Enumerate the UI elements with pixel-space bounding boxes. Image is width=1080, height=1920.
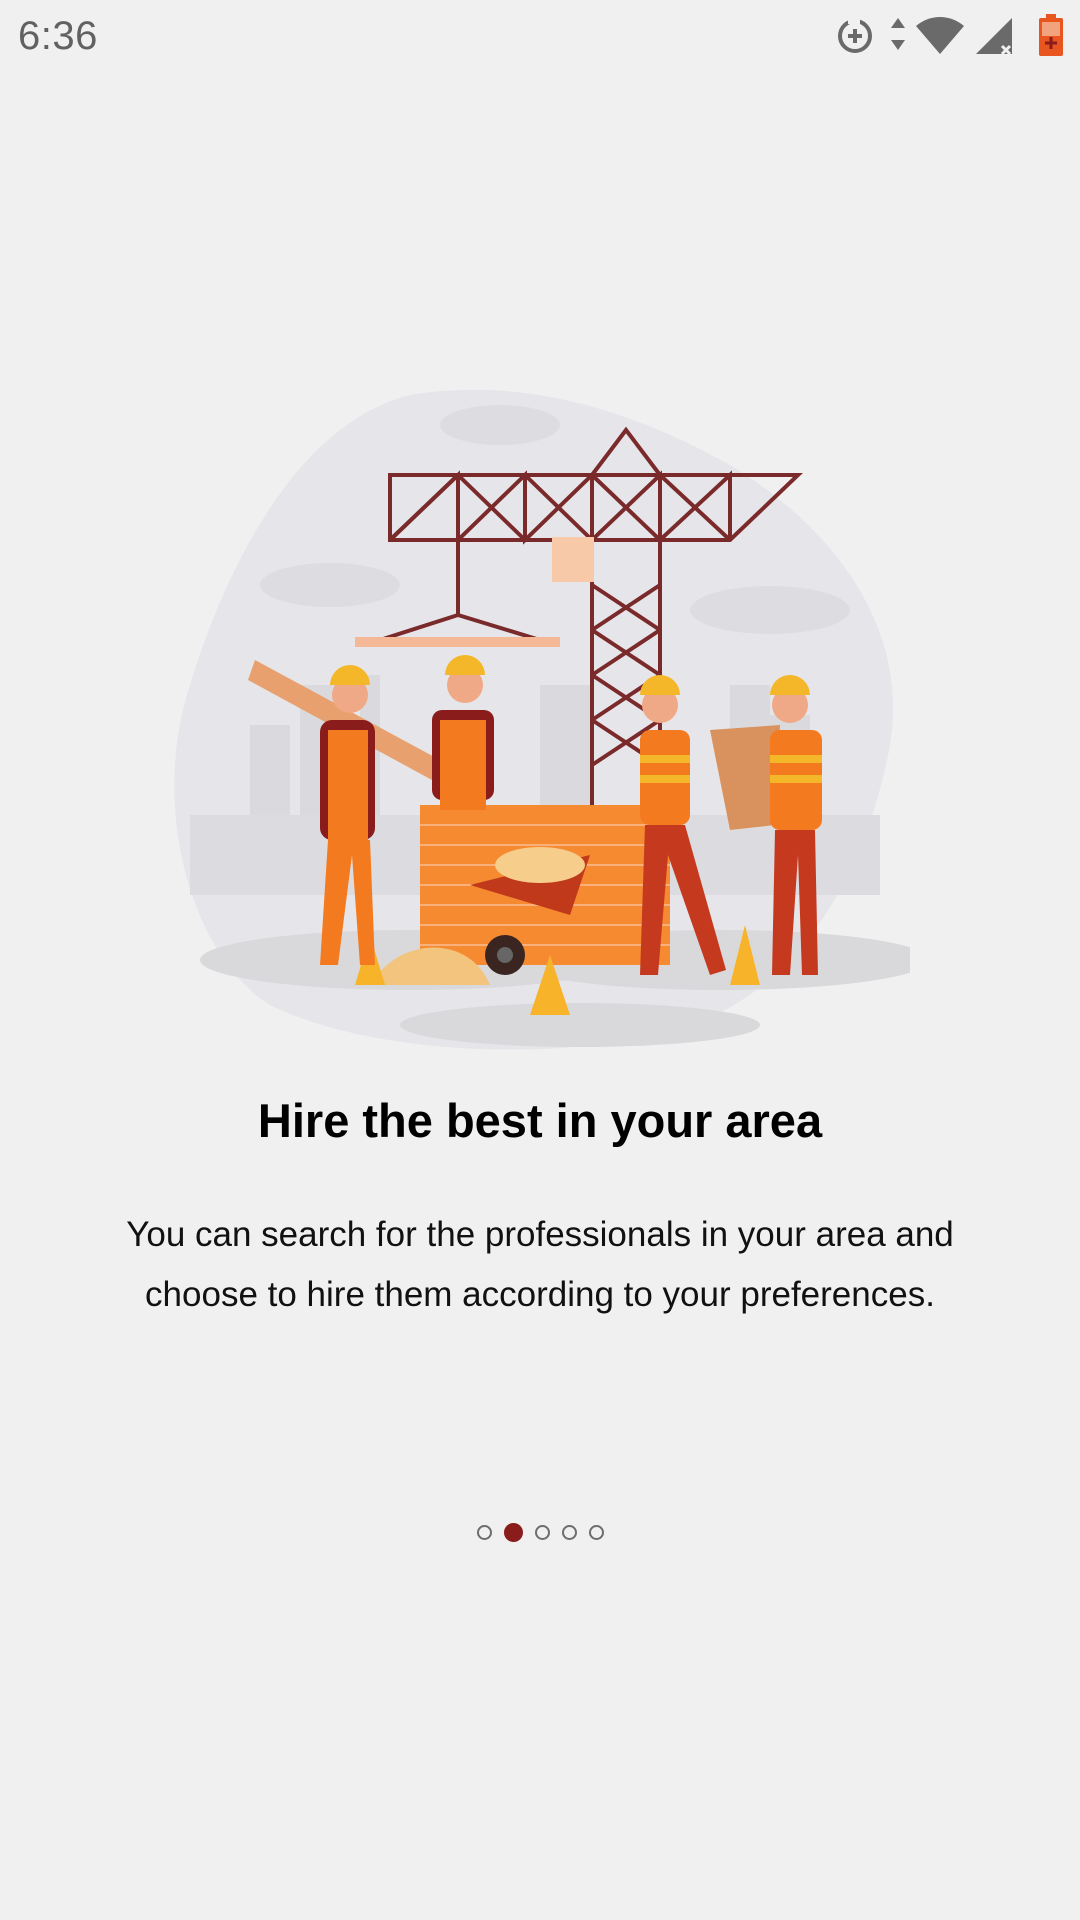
onboarding-description: You can search for the professionals in …: [126, 1215, 954, 1314]
battery-icon: [1039, 14, 1063, 56]
wifi-icon: [916, 17, 964, 54]
construction-workers-illustration: [174, 389, 930, 1050]
status-time: 6:36: [18, 14, 98, 58]
page-indicator: [0, 1523, 1080, 1547]
sync-add-icon: [838, 18, 872, 53]
page-dot-3[interactable]: [534, 1525, 550, 1540]
cell-signal-icon: [976, 18, 1012, 56]
page-dot-4[interactable]: [561, 1525, 577, 1540]
construction-illustration: [170, 385, 930, 1065]
status-bar: 6:36: [0, 0, 1080, 75]
page-dot-1[interactable]: [476, 1525, 492, 1540]
data-arrows-icon: [891, 18, 905, 50]
onboarding-title: Hire the best in your area: [257, 1094, 823, 1147]
page-dot-5[interactable]: [588, 1525, 604, 1540]
page-dot-2-active[interactable]: [503, 1523, 523, 1542]
